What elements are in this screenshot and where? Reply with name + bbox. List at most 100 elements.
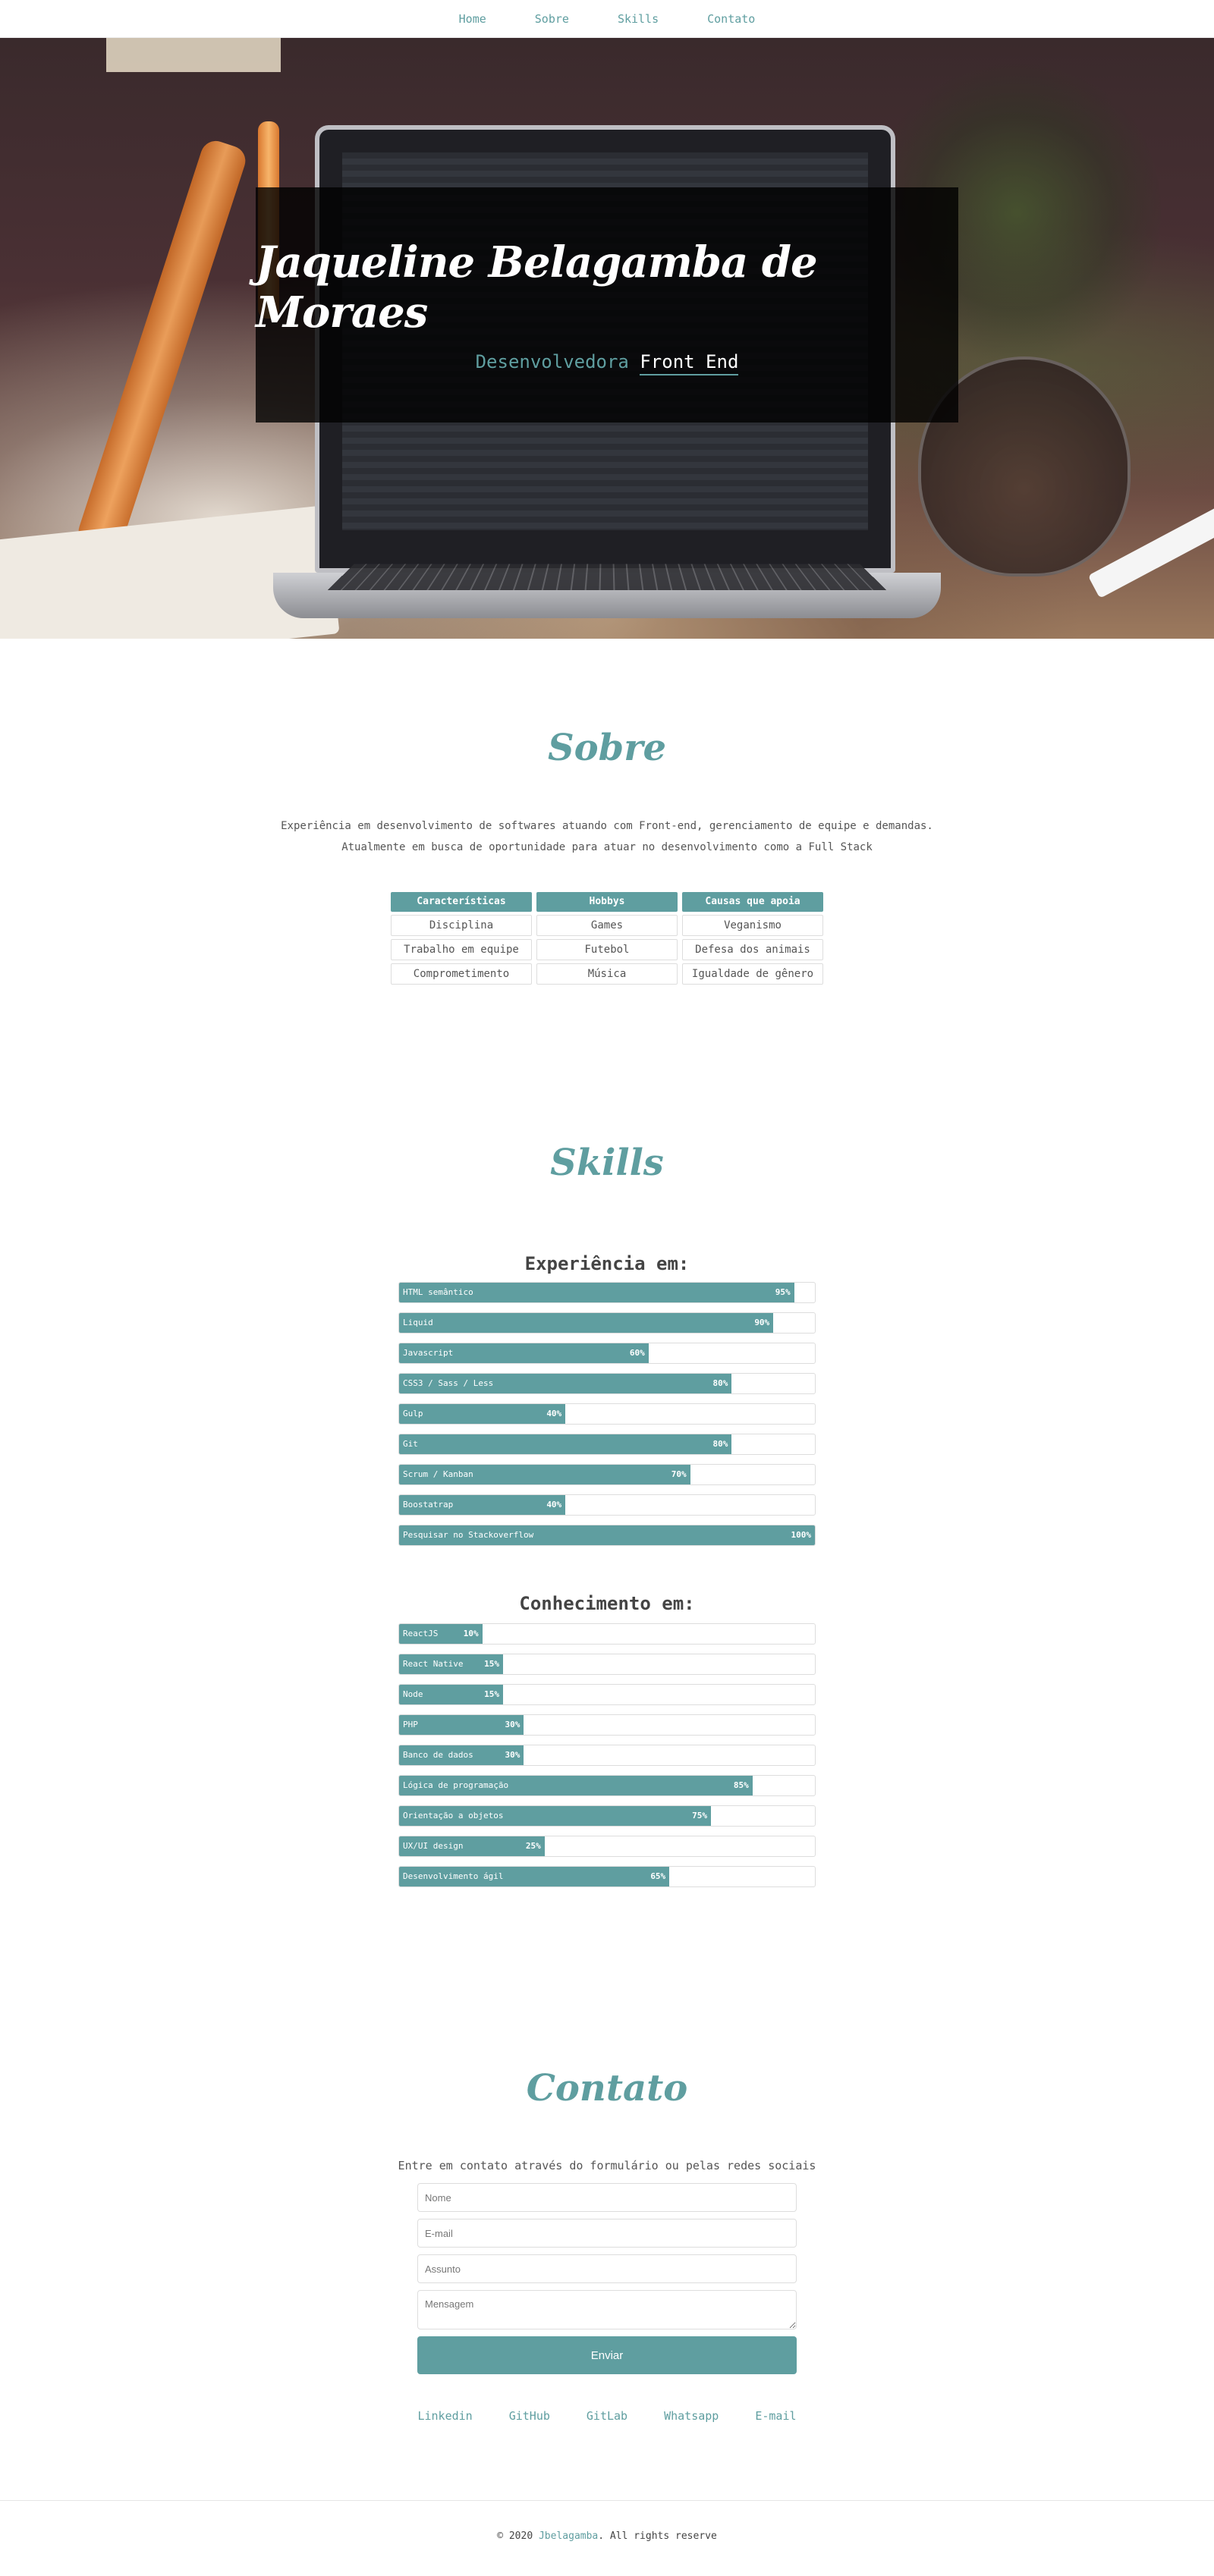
skill-label: Git: [403, 1439, 418, 1449]
hero-role-accent: Front End: [640, 351, 739, 375]
skill-bar-fill: Liquid 90%: [399, 1313, 774, 1333]
social-linkedin[interactable]: Linkedin: [417, 2409, 472, 2423]
skill-bar: Banco de dados 30%: [398, 1745, 816, 1766]
table-cell: Games: [536, 915, 678, 936]
skill-label: React Native: [403, 1659, 464, 1669]
skill-percent: 40%: [546, 1500, 562, 1509]
nav-skills[interactable]: Skills: [618, 12, 659, 26]
skill-percent: 85%: [733, 1780, 749, 1790]
social-gitlab[interactable]: GitLab: [587, 2409, 627, 2423]
skill-percent: 80%: [712, 1439, 728, 1449]
footer-rights: . All rights reserve: [598, 2530, 717, 2542]
skill-label: Gulp: [403, 1409, 423, 1418]
sobre-title: Sobre: [547, 727, 667, 769]
skill-label: HTML semântico: [403, 1287, 473, 1297]
social-email[interactable]: E-mail: [755, 2409, 796, 2423]
skill-label: UX/UI design: [403, 1841, 464, 1851]
skill-label: Desenvolvimento ágil: [403, 1871, 504, 1881]
skill-percent: 75%: [692, 1811, 707, 1820]
hero-banner: Jaqueline Belagamba de Moraes Desenvolve…: [0, 38, 1214, 639]
skill-bar-fill: Gulp 40%: [399, 1404, 566, 1424]
contact-form: Enviar: [417, 2183, 797, 2374]
skill-bar-fill: PHP 30%: [399, 1715, 524, 1735]
skill-label: CSS3 / Sass / Less: [403, 1378, 494, 1388]
skill-bar-fill: Lógica de programação 85%: [399, 1776, 753, 1795]
skill-label: Pesquisar no Stackoverflow: [403, 1530, 534, 1540]
contact-intro: Entre em contato através do formulário o…: [398, 2159, 816, 2172]
social-github[interactable]: GitHub: [509, 2409, 550, 2423]
name-input[interactable]: [417, 2183, 797, 2212]
table-cell: Igualdade de gênero: [682, 963, 823, 985]
experience-title: Experiência em:: [524, 1253, 690, 1274]
social-links: Linkedin GitHub GitLab Whatsapp E-mail: [0, 2409, 1214, 2423]
table-header: Causas que apoia: [682, 892, 823, 912]
skill-bar-fill: HTML semântico 95%: [399, 1283, 794, 1302]
skill-bar-fill: UX/UI design 25%: [399, 1836, 545, 1856]
hero-photo-notebook: [0, 504, 340, 639]
skill-percent: 60%: [629, 1348, 645, 1358]
top-nav: Home Sobre Skills Contato: [0, 0, 1214, 38]
skill-percent: 25%: [525, 1841, 541, 1851]
skill-bar: Orientação a objetos 75%: [398, 1805, 816, 1827]
skill-label: Liquid: [403, 1318, 433, 1327]
skill-bar: Scrum / Kanban 70%: [398, 1464, 816, 1485]
contato-title: Contato: [526, 2067, 688, 2109]
skill-bar-fill: React Native 15%: [399, 1654, 503, 1674]
sobre-table: Características Hobbys Causas que apoia …: [391, 892, 823, 985]
skill-label: Scrum / Kanban: [403, 1469, 473, 1479]
nav-contato[interactable]: Contato: [707, 12, 755, 26]
table-cell: Música: [536, 963, 678, 985]
hero-role-prefix: Desenvolvedora: [475, 351, 629, 372]
skill-percent: 15%: [484, 1689, 499, 1699]
skill-bar: CSS3 / Sass / Less 80%: [398, 1373, 816, 1394]
skill-label: Javascript: [403, 1348, 454, 1358]
nav-sobre[interactable]: Sobre: [535, 12, 569, 26]
skill-label: Boostatrap: [403, 1500, 454, 1509]
skill-bar: HTML semântico 95%: [398, 1282, 816, 1303]
table-cell: Veganismo: [682, 915, 823, 936]
skill-bar: Liquid 90%: [398, 1312, 816, 1334]
footer-divider: [0, 2500, 1214, 2501]
skill-bar-fill: Pesquisar no Stackoverflow 100%: [399, 1525, 815, 1545]
skill-bar-fill: Boostatrap 40%: [399, 1495, 566, 1515]
skill-bar: Node 15%: [398, 1684, 816, 1705]
skills-title: Skills: [550, 1142, 664, 1184]
hero-photo-lamp-arm: [74, 137, 250, 555]
skill-bar: UX/UI design 25%: [398, 1836, 816, 1857]
hero-photo-keyboard: [327, 564, 887, 591]
skill-percent: 30%: [505, 1720, 521, 1729]
sobre-paragraph-2: Atualmente em busca de oportunidade para…: [341, 841, 873, 853]
skill-percent: 90%: [754, 1318, 770, 1327]
skill-bar-fill: CSS3 / Sass / Less 80%: [399, 1374, 732, 1393]
footer: © 2020 Jbelagamba. All rights reserve: [0, 2530, 1214, 2542]
hero-role: Desenvolvedora Front End: [475, 351, 739, 375]
table-cell: Trabalho em equipe: [391, 939, 532, 960]
skill-label: Banco de dados: [403, 1750, 473, 1760]
skill-percent: 40%: [546, 1409, 562, 1418]
footer-brand-link[interactable]: Jbelagamba: [539, 2530, 598, 2542]
skill-bar: Desenvolvimento ágil 65%: [398, 1866, 816, 1887]
hero-overlay: Jaqueline Belagamba de Moraes Desenvolve…: [256, 187, 958, 423]
skill-bar: PHP 30%: [398, 1714, 816, 1736]
skill-bar: Pesquisar no Stackoverflow 100%: [398, 1525, 816, 1546]
skill-percent: 65%: [650, 1871, 666, 1881]
experience-bars: HTML semântico 95% Liquid 90% Javascript 60% C…: [398, 1282, 816, 1555]
skill-bar: Gulp 40%: [398, 1403, 816, 1425]
send-button[interactable]: Enviar: [417, 2336, 797, 2374]
email-input[interactable]: [417, 2219, 797, 2248]
hero-name: Jaqueline Belagamba de Moraes: [256, 237, 818, 338]
message-textarea[interactable]: [417, 2290, 797, 2329]
knowledge-title: Conhecimento em:: [519, 1593, 695, 1614]
skill-bar-fill: Banco de dados 30%: [399, 1745, 524, 1765]
nav-home[interactable]: Home: [459, 12, 486, 26]
social-whatsapp[interactable]: Whatsapp: [664, 2409, 719, 2423]
table-cell: Comprometimento: [391, 963, 532, 985]
skill-label: Lógica de programação: [403, 1780, 509, 1790]
skill-bar: Lógica de programação 85%: [398, 1775, 816, 1796]
skill-bar-fill: Orientação a objetos 75%: [399, 1806, 711, 1826]
skill-bar-fill: Node 15%: [399, 1685, 503, 1704]
table-cell: Futebol: [536, 939, 678, 960]
subject-input[interactable]: [417, 2254, 797, 2283]
skill-bar: Javascript 60%: [398, 1343, 816, 1364]
skill-bar: ReactJS 10%: [398, 1623, 816, 1645]
